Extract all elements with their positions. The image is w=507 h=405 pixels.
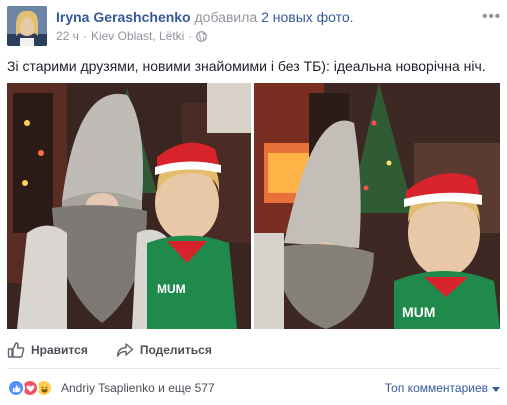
comments-sort-label: Топ комментариев <box>384 381 488 395</box>
avatar-image <box>7 6 47 46</box>
reactions-summary-text[interactable]: Andriy Tsaplienko и еще 577 <box>61 381 215 395</box>
ellipsis-icon[interactable]: ••• <box>482 8 501 25</box>
reaction-icons <box>7 379 53 397</box>
meta-separator: · <box>82 29 87 43</box>
post-meta: 22 ч · Kiev Oblast, Lëtki · <box>56 29 208 43</box>
photo-2[interactable]: MUM <box>254 83 500 329</box>
like-button[interactable]: Нравится <box>7 341 88 359</box>
like-label: Нравится <box>31 343 88 357</box>
comments-sort-dropdown[interactable]: Топ комментариев <box>385 381 500 395</box>
post-header-line: Iryna Gerashchenko добавила 2 новых фото… <box>56 9 354 25</box>
caret-down-icon <box>492 386 500 392</box>
globe-icon[interactable] <box>196 30 208 42</box>
author-link[interactable]: Iryna Gerashchenko <box>56 9 191 25</box>
share-label: Поделиться <box>139 343 212 357</box>
svg-text:MUM: MUM <box>157 282 186 296</box>
like-reaction-icon <box>7 379 25 397</box>
photo-2-image: MUM <box>254 83 500 329</box>
photo-1-image: MUM <box>7 83 251 329</box>
post-text: Зі старими друзями, новими знайомими і б… <box>7 58 486 74</box>
svg-text:MUM: MUM <box>402 304 435 320</box>
post-timestamp[interactable]: 22 ч <box>56 29 79 43</box>
share-button[interactable]: Поделиться <box>116 341 212 359</box>
photo-1[interactable]: MUM <box>7 83 251 329</box>
divider <box>7 368 501 369</box>
post-header: Iryna Gerashchenko добавила 2 новых фото… <box>7 6 501 48</box>
reactions-summary[interactable]: Andriy Tsaplienko и еще 577 <box>7 378 215 398</box>
post-actions: Нравится Поделиться <box>7 338 501 362</box>
post-action-text: добавила <box>194 9 258 25</box>
photos-link[interactable]: 2 новых фото. <box>261 9 354 25</box>
share-arrow-icon <box>116 341 134 359</box>
meta-separator: · <box>188 29 193 43</box>
post-location[interactable]: Kiev Oblast, Lëtki <box>91 29 184 43</box>
avatar[interactable] <box>7 6 47 46</box>
thumbs-up-icon <box>7 341 25 359</box>
